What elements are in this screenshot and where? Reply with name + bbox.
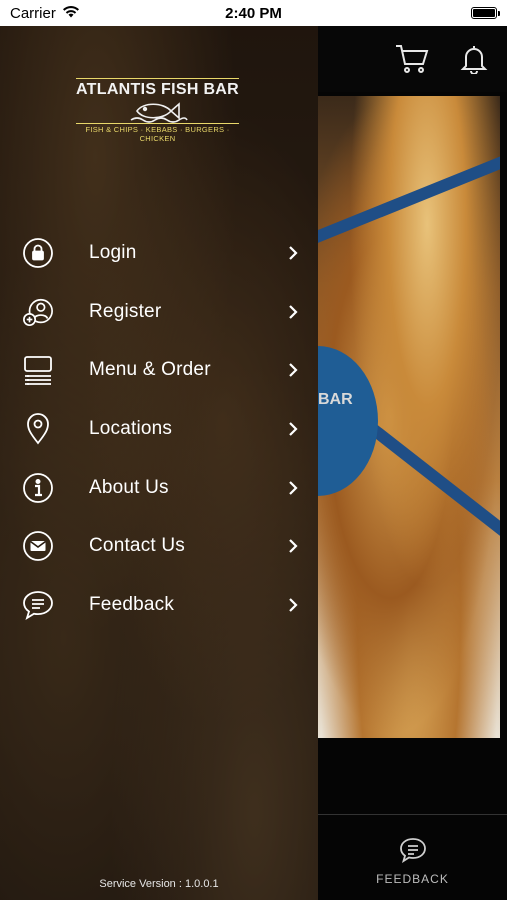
menu-label-locations: Locations	[89, 418, 173, 440]
main-header	[318, 26, 507, 92]
logo-subtitle: FISH & CHIPS · KEBABS · BURGERS · CHICKE…	[85, 125, 230, 143]
logo-title: ATLANTIS FISH BAR	[76, 81, 240, 98]
chevron-right-icon	[286, 246, 300, 261]
carrier-label: Carrier	[10, 4, 56, 22]
chevron-right-icon	[286, 480, 300, 495]
menu-label-menu-order: Menu & Order	[89, 359, 211, 381]
location-pin-icon	[22, 413, 54, 445]
menu-label-feedback: Feedback	[89, 593, 175, 615]
menu-item-locations[interactable]: Locations	[0, 400, 318, 459]
tab-feedback[interactable]: FEEDBACK	[318, 826, 507, 896]
mail-icon	[22, 530, 54, 562]
lock-icon	[22, 237, 54, 269]
chat-icon	[22, 589, 54, 621]
menu-item-menu-order[interactable]: Menu & Order	[0, 341, 318, 400]
menu-item-feedback[interactable]: Feedback	[0, 576, 318, 635]
hero-logo-partial: BAR	[318, 391, 353, 408]
menu-list-icon	[22, 354, 54, 386]
status-bar: Carrier 2:40 PM	[0, 0, 507, 26]
tabbar-divider	[318, 814, 507, 815]
info-icon	[22, 472, 54, 504]
drawer-menu: Login Register Menu & Order Locations Ab…	[0, 224, 318, 634]
status-left: Carrier	[10, 5, 80, 22]
chat-icon	[399, 837, 427, 866]
hero-image: BAR	[318, 96, 500, 738]
bell-icon[interactable]	[457, 42, 491, 76]
menu-item-contact-us[interactable]: Contact Us	[0, 517, 318, 576]
menu-item-login[interactable]: Login	[0, 224, 318, 283]
side-drawer: ATLANTIS FISH BAR FISH & CHIPS · KEBABS …	[0, 26, 318, 900]
tab-feedback-label: FEEDBACK	[376, 871, 449, 886]
chevron-right-icon	[286, 363, 300, 378]
menu-label-login: Login	[89, 242, 137, 264]
battery-icon	[471, 7, 500, 19]
brand-logo: ATLANTIS FISH BAR FISH & CHIPS · KEBABS …	[76, 78, 240, 143]
service-version: Service Version : 1.0.0.1	[99, 878, 219, 890]
chevron-right-icon	[286, 598, 300, 612]
wifi-icon	[62, 5, 80, 22]
add-user-icon	[22, 296, 54, 328]
menu-label-about-us: About Us	[89, 476, 169, 498]
cart-icon[interactable]	[395, 42, 429, 76]
chevron-right-icon	[286, 422, 300, 436]
menu-label-register: Register	[89, 300, 162, 322]
menu-item-register[interactable]: Register	[0, 283, 318, 342]
menu-label-contact-us: Contact Us	[89, 535, 185, 557]
fish-logo-icon	[76, 99, 239, 123]
chevron-right-icon	[286, 539, 300, 554]
chevron-right-icon	[286, 305, 300, 319]
menu-item-about-us[interactable]: About Us	[0, 458, 318, 517]
